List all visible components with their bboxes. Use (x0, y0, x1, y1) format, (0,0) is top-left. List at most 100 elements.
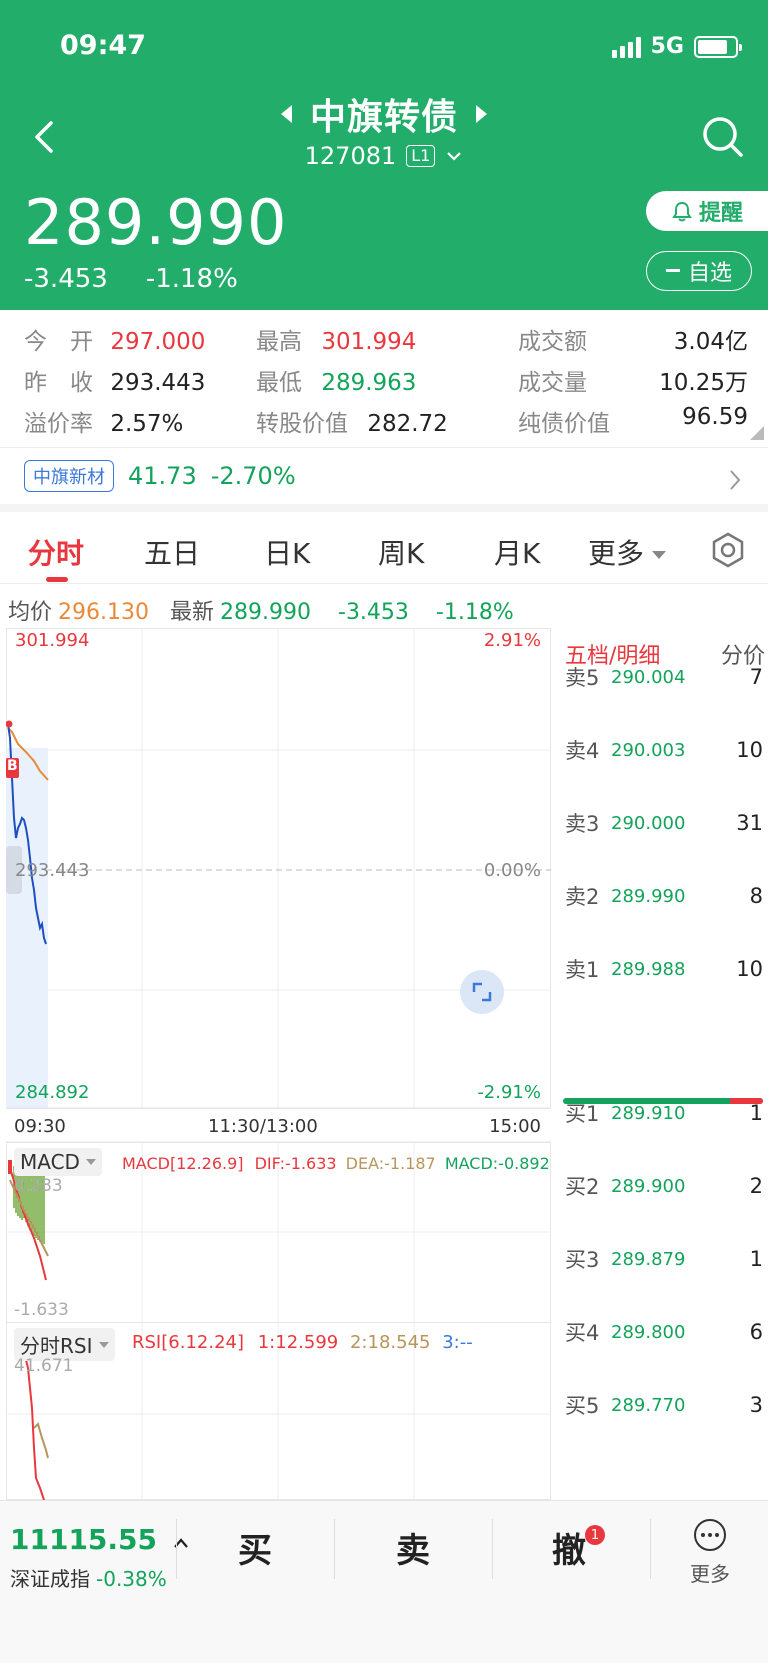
watchlist-button[interactable]: 自选 (646, 251, 752, 291)
stock-name: 中旗转债 (309, 97, 458, 138)
alert-label: 提醒 (698, 201, 743, 226)
bid-row[interactable]: 买4 289.800 6 (565, 1317, 763, 1347)
stat-bond-value: 纯债价值 96.59 (518, 404, 748, 437)
pct-axis-mid: 0.00% (483, 860, 541, 881)
next-stock-icon[interactable] (476, 105, 487, 123)
expand-corner-icon[interactable] (750, 426, 764, 440)
tab-more[interactable]: 更多 (588, 532, 667, 572)
network-type: 5G (650, 34, 684, 59)
stat-prev-close: 昨 收 293.443 (24, 370, 206, 396)
ask-row[interactable]: 卖2 289.990 8 (565, 881, 763, 911)
average-price: 296.130 (58, 600, 149, 625)
latest-price: 289.990 (220, 600, 311, 625)
chart-tabs: 分时 五日 日K 周K 月K 更多 (0, 520, 768, 584)
index-name: 深证成指 -0.38% (10, 1567, 167, 1591)
dropdown-icon (652, 551, 667, 559)
stat-low: 最低 289.963 (256, 370, 417, 396)
tab-five-day[interactable]: 五日 (144, 532, 200, 572)
minus-icon (665, 269, 680, 272)
pct-axis-top: 2.91% (483, 630, 541, 651)
pct-axis-bottom: -2.91% (477, 1082, 541, 1103)
level-badge: L1 (406, 145, 436, 167)
tab-daily-k[interactable]: 日K (264, 532, 310, 572)
status-indicators: 5G (611, 34, 742, 59)
price-change-row: -3.453 -1.18% (24, 264, 238, 294)
watchlist-label: 自选 (687, 261, 732, 286)
rsi-y-top: 41.671 (14, 1356, 74, 1376)
alert-button[interactable]: 提醒 (646, 191, 768, 231)
latest-change: -3.453 (338, 600, 409, 625)
ask-row[interactable]: 卖4 290.003 10 (565, 735, 763, 765)
chart-settings-button[interactable] (708, 530, 748, 570)
bell-icon (672, 201, 692, 222)
macd-y-top: 0.283 (14, 1176, 63, 1196)
search-icon (703, 117, 743, 157)
y-axis-bottom: 284.892 (15, 1082, 90, 1103)
index-value: 11115.55 (10, 1523, 189, 1556)
bottom-action-bar: 11115.55 深证成指 -0.38% 买 卖 撤 1 更多 (0, 1500, 768, 1663)
signal-icon (611, 36, 641, 58)
order-book: 五档/明细 分价 卖5 290.004 7 卖4 290.003 10 卖3 290.00… (551, 628, 768, 1500)
rsi2-line (33, 1422, 49, 1459)
stat-turnover: 成交额 3.04亿 (518, 329, 748, 355)
y-axis-top: 301.994 (15, 630, 90, 651)
buy-button[interactable]: 买 (238, 1523, 272, 1572)
latest-change-pct: -1.18% (435, 600, 514, 625)
bid-row[interactable]: 买1 289.910 1 (565, 1098, 763, 1128)
rsi-values: RSI[6.12.24] 1:12.599 2:18.545 3:-- (132, 1332, 473, 1353)
stat-conv-value: 转股价值 282.72 (256, 411, 448, 437)
related-stock-pct: -2.70% (210, 462, 296, 490)
y-axis-mid: 293.443 (15, 860, 90, 881)
stat-premium: 溢价率 2.57% (24, 411, 184, 437)
expand-icon (472, 982, 492, 1002)
settings-icon (712, 532, 744, 568)
tab-monthly-k[interactable]: 月K (494, 532, 540, 572)
status-time: 09:47 (60, 30, 146, 61)
more-dots-icon (694, 1519, 726, 1551)
chevron-down-icon (447, 152, 462, 161)
average-price-row: 均价 296.130 最新 289.990 -3.453 -1.18% (8, 600, 514, 625)
tab-weekly-k[interactable]: 周K (378, 532, 424, 572)
tab-intraday[interactable]: 分时 (28, 532, 84, 572)
ask-row[interactable]: 卖1 289.988 10 (565, 954, 763, 984)
stat-high: 最高 301.994 (256, 329, 417, 355)
ask-row[interactable]: 卖3 290.000 31 (565, 808, 763, 838)
code-row[interactable]: 127081 L1 (0, 142, 768, 170)
search-button[interactable] (698, 112, 748, 162)
cancel-count-badge: 1 (585, 1525, 605, 1545)
intraday-chart[interactable]: 301.994 2.91% 293.443 0.00% 284.892 -2.9… (6, 628, 551, 1500)
related-stock[interactable]: 中旗新材 41.73 -2.70% (0, 448, 768, 512)
app-root: 09:47 5G 中旗转债 127081 L1 289.990 -3.453 -… (0, 0, 768, 1663)
battery-icon (694, 35, 742, 58)
more-label: 更多 (690, 1562, 730, 1586)
stat-open: 今 开 297.000 (24, 329, 206, 355)
dropdown-icon (98, 1341, 109, 1348)
high-point-marker (6, 720, 13, 728)
fullscreen-button[interactable] (460, 970, 504, 1014)
sell-button[interactable]: 卖 (396, 1523, 430, 1572)
related-stock-name: 中旗新材 (24, 460, 114, 492)
bid-row[interactable]: 买5 289.770 3 (565, 1390, 763, 1420)
cancel-order-button[interactable]: 撤 (552, 1523, 586, 1572)
price-change: -3.453 (24, 264, 108, 294)
macd-values: MACD[12.26.9] DIF:-1.633 DEA:-1.187 MACD… (122, 1154, 550, 1173)
macd-selector[interactable]: MACD (14, 1148, 102, 1176)
stat-volume: 成交量 10.25万 (518, 370, 748, 396)
chevron-right-icon (730, 470, 741, 490)
active-tab-indicator (46, 577, 68, 582)
macd-y-bottom: -1.633 (14, 1300, 69, 1320)
price-change-pct: -1.18% (145, 264, 238, 294)
stock-code: 127081 (304, 142, 397, 170)
x-axis-mid: 11:30/13:00 (208, 1116, 318, 1137)
buy-marker: B (7, 758, 18, 774)
prev-stock-icon[interactable] (280, 105, 292, 123)
more-button[interactable]: 更多 (680, 1517, 740, 1587)
index-pct: -0.38% (96, 1567, 167, 1591)
bid-row[interactable]: 买3 289.879 1 (565, 1244, 763, 1274)
dropdown-icon (85, 1159, 96, 1165)
quote-stats: 今 开 297.000 最高 301.994 成交额 3.04亿 昨 收 293… (0, 310, 768, 448)
related-stock-price: 41.73 (128, 462, 197, 490)
current-price: 289.990 (24, 186, 288, 259)
bid-row[interactable]: 买2 289.900 2 (565, 1171, 763, 1201)
ask-row[interactable]: 卖5 290.004 7 (565, 662, 763, 692)
